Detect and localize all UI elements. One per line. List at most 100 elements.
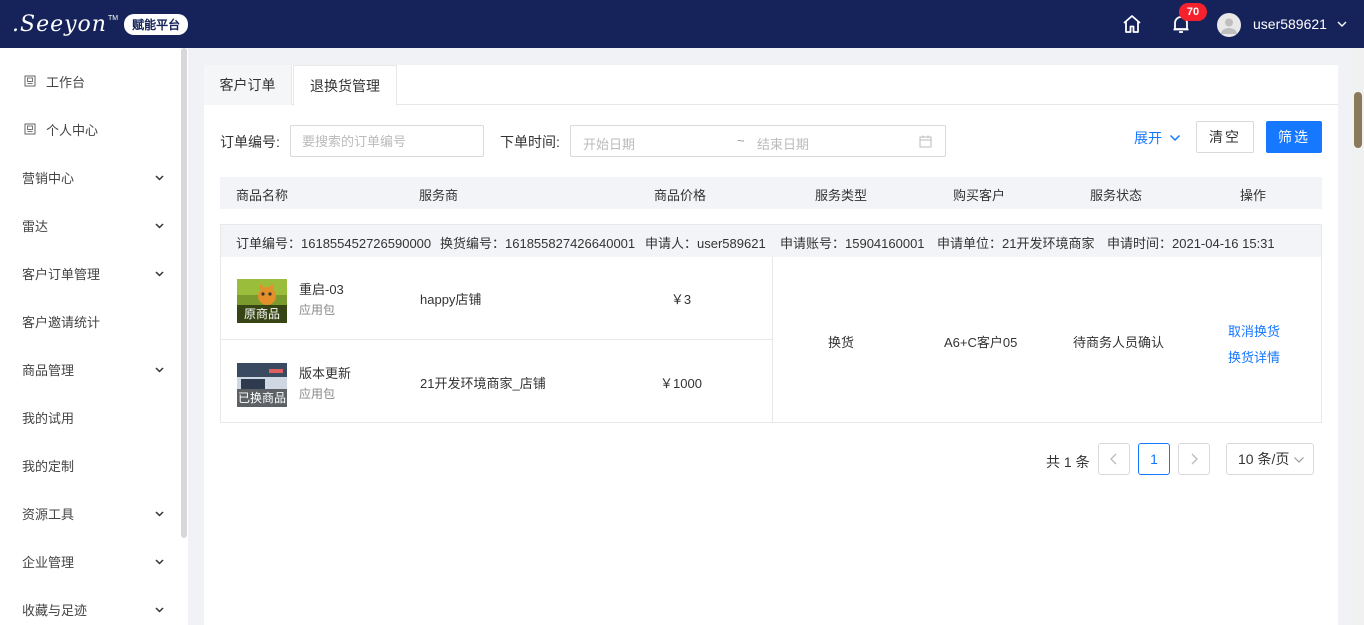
exchange-details-link[interactable]: 换货详情 <box>1228 347 1280 366</box>
filter-button[interactable]: 筛选 <box>1266 121 1322 153</box>
col-actions: 操作 <box>1240 188 1267 203</box>
username[interactable]: user589621 <box>1253 16 1327 32</box>
exchange-number: 换货编号：161855827426640001 <box>440 236 636 251</box>
col-status: 服务状态 <box>1090 188 1143 203</box>
user-avatar-icon <box>1221 18 1237 34</box>
sidebar-item-label: 商品管理 <box>22 362 75 378</box>
tab-customer-orders[interactable]: 客户订单 <box>204 65 292 105</box>
prev-page-button[interactable] <box>1098 443 1130 475</box>
page-number-current[interactable]: 1 <box>1138 443 1170 475</box>
start-date-input[interactable]: 开始日期 <box>583 134 635 153</box>
table-row: 已换商品 版本更新 应用包 21开发环境商家_店铺 ￥1000 <box>221 341 772 424</box>
sidebar-item-label: 工作台 <box>46 74 86 90</box>
chevron-down-icon <box>155 607 164 613</box>
apply-account: 申请账号：15904160001 <box>780 236 925 251</box>
logo-text: .Seeyon <box>12 11 107 37</box>
chevron-down-icon <box>1294 457 1304 463</box>
sidebar-item-resources[interactable]: 资源工具 <box>0 489 180 537</box>
next-page-button[interactable] <box>1178 443 1210 475</box>
sidebar-item-workbench[interactable]: 工作台 <box>0 57 180 105</box>
product-type: 应用包 <box>299 303 336 317</box>
chevron-down-icon <box>155 175 164 181</box>
col-price: 商品价格 <box>654 188 707 203</box>
page-size-select[interactable]: 10 条/页 <box>1226 443 1314 475</box>
service-type: 换货 <box>828 335 855 350</box>
logo-tm: TM <box>107 14 119 22</box>
sidebar-item-label: 收藏与足迹 <box>22 602 88 618</box>
workbench-icon <box>24 75 36 87</box>
sidebar-item-my-custom[interactable]: 我的定制 <box>0 441 180 489</box>
sidebar-item-my-trials[interactable]: 我的试用 <box>0 393 180 441</box>
col-vendor: 服务商 <box>419 188 459 203</box>
sidebar-item-customer-orders[interactable]: 客户订单管理 <box>0 249 180 297</box>
sidebar-item-invite-stats[interactable]: 客户邀请统计 <box>0 297 180 345</box>
table-header: 商品名称 服务商 商品价格 服务类型 购买客户 服务状态 操作 <box>220 177 1322 209</box>
end-date-input[interactable]: 结束日期 <box>757 134 809 153</box>
profile-icon <box>24 123 36 135</box>
cancel-exchange-link[interactable]: 取消换货 <box>1228 321 1280 340</box>
page-scrollbar[interactable] <box>1352 48 1364 625</box>
platform-badge: 赋能平台 <box>124 13 189 35</box>
chevron-down-icon <box>155 223 164 229</box>
sidebar-item-radar[interactable]: 雷达 <box>0 201 180 249</box>
order-card: 订单编号：161855452726590000 换货编号：16185582742… <box>220 224 1322 423</box>
date-range-picker[interactable]: 开始日期 ~ 结束日期 <box>570 125 946 157</box>
logo[interactable]: .Seeyon TM 赋能平台 <box>12 10 189 38</box>
order-no-label: 订单编号: <box>220 134 280 150</box>
applicant: 申请人：user589621 <box>645 236 766 251</box>
product-vendor: 21开发环境商家_店铺 <box>420 376 546 391</box>
customer-name: A6+C客户05 <box>944 335 1018 350</box>
sidebar-item-label: 营销中心 <box>22 170 75 186</box>
sidebar-item-products[interactable]: 商品管理 <box>0 345 180 393</box>
column-divider <box>772 257 773 423</box>
sidebar: 工作台 个人中心 营销中心 雷达 客户订单管理 客户邀请统计 商品管理 我的试用… <box>0 48 188 625</box>
chevron-down-icon[interactable] <box>1336 18 1348 30</box>
sidebar-item-favorites[interactable]: 收藏与足迹 <box>0 585 180 625</box>
apply-time: 申请时间：2021-04-16 15:31 <box>1107 236 1275 251</box>
sidebar-item-profile[interactable]: 个人中心 <box>0 105 180 153</box>
page-scrollbar-thumb[interactable] <box>1354 92 1362 148</box>
chevron-right-icon <box>1191 453 1198 465</box>
tab-returns-exchanges[interactable]: 退换货管理 <box>293 65 397 106</box>
chevron-down-icon <box>155 271 164 277</box>
product-price: ￥3 <box>670 292 692 307</box>
chevron-down-icon <box>155 511 164 517</box>
chevron-down-icon <box>155 559 164 565</box>
avatar[interactable] <box>1217 13 1241 37</box>
main-panel: 客户订单 退换货管理 订单编号: 下单时间: 开始日期 ~ 结束日期 展开 清空… <box>204 65 1338 625</box>
product-type: 应用包 <box>299 387 336 401</box>
order-no-input[interactable] <box>290 125 484 157</box>
product-thumbnail[interactable]: 原商品 <box>237 279 287 323</box>
product-thumbnail[interactable]: 已换商品 <box>237 363 287 407</box>
sidebar-item-label: 企业管理 <box>22 554 75 570</box>
product-vendor: happy店铺 <box>420 292 482 307</box>
col-product-name: 商品名称 <box>236 188 289 203</box>
clear-button[interactable]: 清空 <box>1196 121 1254 153</box>
thumbnail-caption: 原商品 <box>237 305 287 323</box>
sidebar-item-label: 个人中心 <box>46 122 99 138</box>
notification-badge: 70 <box>1179 3 1207 21</box>
chevron-down-icon <box>1169 134 1181 142</box>
sidebar-item-label: 我的试用 <box>22 410 75 426</box>
chevron-down-icon <box>155 367 164 373</box>
thumbnail-caption: 已换商品 <box>237 389 287 407</box>
order-time-label: 下单时间: <box>500 134 560 150</box>
sidebar-item-enterprise[interactable]: 企业管理 <box>0 537 180 585</box>
sidebar-scrollbar[interactable] <box>181 48 187 538</box>
sidebar-item-label: 资源工具 <box>22 506 75 522</box>
expand-filters-button[interactable]: 展开 <box>1134 128 1181 148</box>
tab-bar: 客户订单 退换货管理 <box>204 65 1338 106</box>
order-meta: 订单编号：161855452726590000 换货编号：16185582742… <box>221 225 1321 257</box>
range-separator: ~ <box>737 133 745 148</box>
sidebar-item-marketing[interactable]: 营销中心 <box>0 153 180 201</box>
pagination-total: 共 1 条 <box>1046 454 1090 470</box>
table-row: 原商品 重启-03 应用包 happy店铺 ￥3 <box>221 257 772 340</box>
product-name: 重启-03 <box>299 282 344 297</box>
apply-unit: 申请单位：21开发环境商家 <box>937 236 1095 251</box>
sidebar-item-label: 雷达 <box>22 218 49 234</box>
home-icon[interactable] <box>1121 13 1143 35</box>
top-bar: .Seeyon TM 赋能平台 70 user589621 <box>0 0 1364 48</box>
chevron-left-icon <box>1110 453 1117 465</box>
col-customer: 购买客户 <box>953 188 1006 203</box>
calendar-icon <box>919 135 932 148</box>
